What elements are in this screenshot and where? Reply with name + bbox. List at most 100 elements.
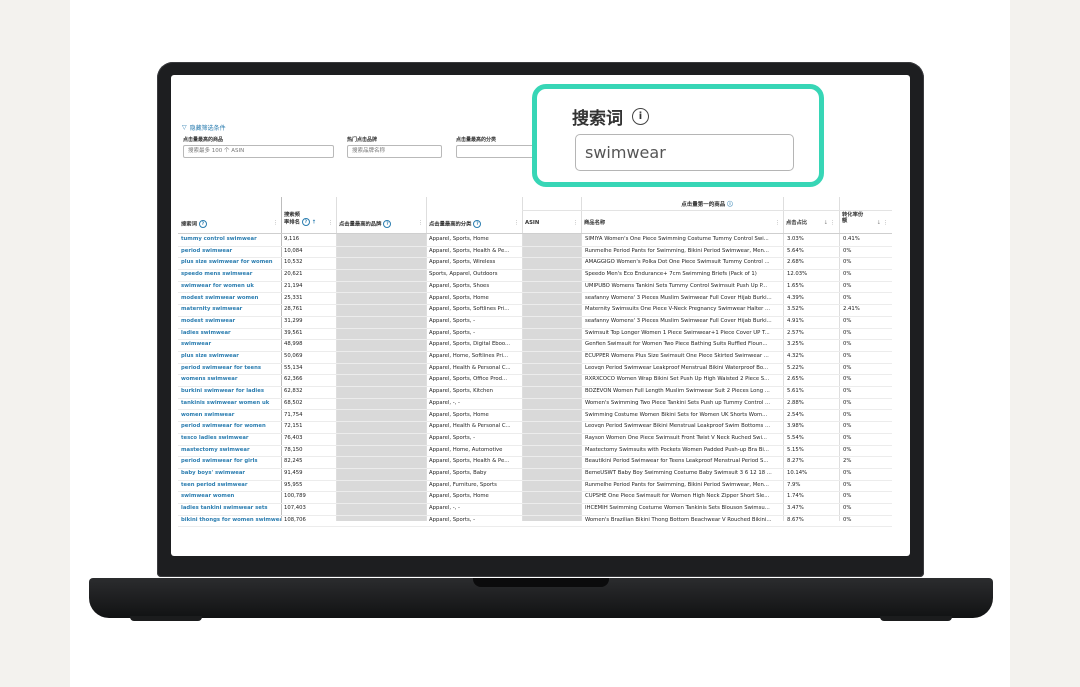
header-top-brand[interactable]: 点击量最高的品牌? ⋮ — [336, 211, 426, 233]
header-top-category[interactable]: 点击量最高的分类? ⋮ — [426, 211, 522, 233]
search-term-link[interactable]: tesco ladies swimwear — [181, 435, 281, 442]
product-name-cell[interactable]: Rayson Women One Piece Swimsuit Front Tw… — [585, 435, 781, 442]
product-name-cell[interactable]: Maternity Swimsuits One Piece V-Neck Pre… — [585, 306, 781, 313]
header-label: 率排名 — [284, 219, 300, 226]
search-term-link[interactable]: period swimwear for teens — [181, 365, 281, 372]
conversion-share-cell: 0% — [843, 364, 852, 371]
search-term-link[interactable]: modest swimwear — [181, 318, 281, 325]
search-term-link[interactable]: women swimwear — [181, 412, 281, 419]
search-term-link[interactable]: tummy control swimwear — [181, 236, 281, 243]
click-share-cell: 10.14% — [787, 470, 808, 476]
category-cell: Apparel, Sports, - — [429, 329, 476, 336]
column-menu-icon[interactable]: ⋮ — [273, 220, 278, 226]
column-menu-icon[interactable]: ⋮ — [514, 220, 519, 226]
search-term-link[interactable]: swimwear — [181, 341, 281, 348]
search-term-link[interactable]: speedo mens swimwear — [181, 271, 281, 278]
search-rank-cell: 28,761 — [284, 306, 303, 313]
search-term-link[interactable]: bikini thongs for women swimwear — [181, 517, 281, 524]
product-name-cell[interactable]: Swimming Costume Women Bikini Sets for W… — [585, 412, 781, 419]
column-menu-icon[interactable]: ⋮ — [328, 220, 333, 226]
product-name-cell[interactable]: Women's Swimming Two Piece Tankini Sets … — [585, 400, 781, 407]
header-search-rank[interactable]: 搜索频 率排名? ↑ ⋮ — [281, 211, 336, 233]
search-term-link[interactable]: tankinis swimwear women uk — [181, 400, 281, 407]
product-name-cell[interactable]: BemeUSWT Baby Boy Swimming Costume Baby … — [585, 470, 781, 477]
conversion-share-cell: 0.41% — [843, 236, 860, 242]
info-icon[interactable]: ? — [198, 220, 207, 228]
product-name-cell[interactable]: Leovqn Period Swimwear Leakproof Menstru… — [585, 365, 781, 372]
product-name-cell[interactable]: Mastectomy Swimsuits with Pockets Women … — [585, 447, 781, 454]
laptop-base — [89, 578, 993, 618]
category-cell: Apparel, Sports, - — [429, 434, 476, 441]
search-term-link[interactable]: plus size swimwear for women — [181, 259, 281, 266]
product-name-cell[interactable]: Women's Brazilian Bikini Thong Bottom Be… — [585, 517, 781, 524]
info-icon[interactable]: ? — [473, 220, 482, 228]
product-name-cell[interactable]: BOZEVON Women Full Length Muslim Swimwea… — [585, 388, 781, 395]
search-rank-cell: 107,403 — [284, 505, 306, 512]
hide-filters-toggle[interactable]: ▽ 隐藏筛选条件 — [182, 123, 226, 132]
product-name-cell[interactable]: IHCEMIH Swimming Costume Women Tankinis … — [585, 505, 781, 512]
search-term-link[interactable]: period swimwear — [181, 248, 281, 255]
product-name-cell[interactable]: RXRXCOCO Women Wrap Bikini Set Push Up H… — [585, 376, 781, 383]
column-menu-icon[interactable]: ↓ ⋮ — [877, 220, 888, 226]
search-term-link[interactable]: ladies swimwear — [181, 330, 281, 337]
column-menu-icon[interactable]: ⋮ — [418, 220, 423, 226]
product-name-cell[interactable]: seafanny Womens' 3 Pieces Muslim Swimwea… — [585, 295, 781, 302]
column-menu-icon[interactable]: ⋮ — [775, 220, 780, 226]
search-rank-cell: 62,832 — [284, 388, 303, 395]
column-menu-icon[interactable]: ↓ ⋮ — [824, 220, 835, 226]
info-icon[interactable]: ⓘ — [727, 202, 733, 208]
header-asin[interactable]: ASIN ⋮ — [522, 211, 581, 233]
laptop-foot — [130, 616, 202, 621]
table-header-row: 搜索词? ⋮ 搜索频 率排名? ↑ ⋮ 点击量最高的品牌? ⋮ 点击量最高的分类? ⋮… — [178, 211, 892, 234]
sort-up-icon[interactable]: ↑ — [312, 220, 316, 226]
search-term-link[interactable]: baby boys' swimwear — [181, 470, 281, 477]
product-name-cell[interactable]: CUPSHE One Piece Swimsuit for Women High… — [585, 493, 781, 500]
header-conversion-share[interactable]: 转化率份 额 ↓ ⋮ — [839, 211, 892, 233]
click-share-cell: 1.65% — [787, 282, 804, 289]
search-term-link[interactable]: maternity swimwear — [181, 306, 281, 313]
product-name-cell[interactable]: Swimsuit Top Longer Women 1 Piece Swimwe… — [585, 330, 781, 337]
search-term-link[interactable]: mastectomy swimwear — [181, 447, 281, 454]
product-name-cell[interactable]: Runmelhe Period Pants for Swimming, Biki… — [585, 482, 781, 489]
brand-search-input[interactable]: 搜索品牌名称 — [347, 145, 442, 158]
info-icon[interactable]: ? — [301, 218, 310, 226]
product-name-cell[interactable]: Speedo Men's Eco Endurance+ 7cm Swimming… — [585, 271, 781, 278]
product-name-cell[interactable]: ECUPPER Womens Plus Size Swimsuit One Pi… — [585, 353, 781, 360]
search-term-link[interactable]: womens swimwear — [181, 376, 281, 383]
category-cell: Apparel, Sports, Softlines Pri... — [429, 306, 510, 313]
product-name-cell[interactable]: Leovqn Period Swimwear Bikini Menstrual … — [585, 423, 781, 430]
category-cell: Apparel, -, - — [429, 505, 460, 512]
header-click-share[interactable]: 点击占比 ↓ ⋮ — [783, 211, 839, 233]
product-name-cell[interactable]: Beautikini Period Swimwear for Teens Lea… — [585, 458, 781, 465]
product-name-cell[interactable]: seafanny Womens' 3 Pieces Muslim Swimwea… — [585, 318, 781, 325]
header-search-term[interactable]: 搜索词? ⋮ — [178, 211, 281, 233]
search-term-link[interactable]: teen period swimwear — [181, 482, 281, 489]
search-term-link[interactable]: period swimwear for women — [181, 423, 281, 430]
product-name-cell[interactable]: Genfien Swimsuit for Women Two Piece Bat… — [585, 341, 781, 348]
info-icon[interactable]: i — [632, 108, 649, 125]
search-term-input[interactable]: swimwear — [575, 134, 794, 171]
click-share-cell: 3.03% — [787, 236, 804, 242]
search-term-link[interactable]: ladies tankini swimwear sets — [181, 505, 281, 512]
conversion-share-cell: 0% — [843, 271, 852, 278]
product-name-cell[interactable]: SIMIYA Women's One Piece Swimming Costum… — [585, 236, 781, 243]
search-term-link[interactable]: period swimwear for girls — [181, 458, 281, 465]
category-cell: Apparel, Sports, Health & Pe... — [429, 247, 510, 254]
info-icon[interactable]: ? — [383, 220, 392, 228]
search-rank-cell: 76,403 — [284, 434, 303, 441]
filter-funnel-icon: ▽ — [182, 124, 187, 131]
click-share-cell: 5.64% — [787, 247, 804, 254]
search-term-link[interactable]: modest swimwear women — [181, 295, 281, 302]
top-products-label: 点击量最高的商品 — [183, 137, 224, 143]
search-term-link[interactable]: burkini swimwear for ladies — [181, 388, 281, 395]
search-term-link[interactable]: swimwear women — [181, 493, 281, 500]
asin-search-input[interactable]: 搜索最多 100 个 ASIN — [183, 145, 334, 158]
search-term-link[interactable]: plus size swimwear — [181, 353, 281, 360]
header-product-name[interactable]: 商品名称 ⋮ — [581, 211, 783, 233]
product-name-cell[interactable]: UMIPUBO Womens Tankini Sets Tummy Contro… — [585, 283, 781, 290]
conversion-share-cell: 0% — [843, 481, 852, 488]
search-term-link[interactable]: swimwear for women uk — [181, 283, 281, 290]
product-name-cell[interactable]: Runmelhe Period Pants for Swimming, Biki… — [585, 248, 781, 255]
product-name-cell[interactable]: AMAGGIGO Women's Polka Dot One Piece Swi… — [585, 259, 781, 266]
column-menu-icon[interactable]: ⋮ — [573, 220, 578, 226]
